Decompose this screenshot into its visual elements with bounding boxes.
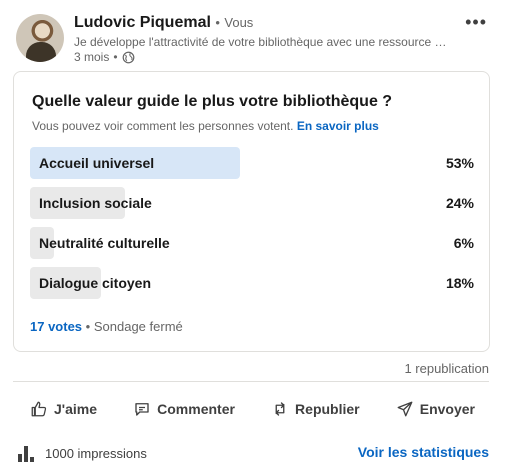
impressions: 1000 impressions (16, 443, 147, 463)
send-icon (397, 401, 413, 417)
repost-button[interactable]: Republier (257, 395, 374, 423)
author-name[interactable]: Ludovic Piquemal (74, 14, 211, 31)
poll-option[interactable]: Accueil universel 53% (30, 147, 474, 179)
poll-visibility: Vous pouvez voir comment les personnes v… (32, 119, 379, 133)
relation-label: Vous (224, 15, 254, 30)
poll-option-percent: 18% (445, 275, 474, 291)
comment-label: Commenter (157, 401, 235, 417)
time-separator: • (113, 50, 118, 64)
post-footer: 1000 impressions Voir les statistiques (16, 441, 489, 463)
globe-icon (122, 51, 134, 63)
bar-chart-icon (18, 446, 34, 462)
vote-count-link[interactable]: 17 votes (30, 319, 82, 334)
comment-icon (135, 403, 149, 416)
poll-option-percent: 6% (453, 235, 474, 251)
divider (13, 381, 489, 382)
post-time: 3 mois (74, 50, 110, 64)
post-header: Ludovic Piquemal • Vous Je développe l'a… (16, 12, 493, 68)
name-separator: • (215, 15, 220, 30)
like-icon (31, 401, 47, 417)
repost-icon (275, 402, 285, 416)
visibility-text: Vous pouvez voir comment les personnes v… (32, 119, 294, 133)
more-horizontal-icon[interactable]: ••• (465, 12, 487, 33)
view-stats-link[interactable]: Voir les statistiques (358, 444, 489, 460)
send-label: Envoyer (419, 401, 475, 417)
repost-label: Republier (295, 401, 360, 417)
poll-option[interactable]: Neutralité culturelle 6% (30, 227, 474, 259)
send-button[interactable]: Envoyer (382, 395, 489, 423)
impressions-text: 1000 impressions (45, 445, 147, 461)
poll-question: Quelle valeur guide le plus votre biblio… (32, 93, 393, 110)
poll-option-percent: 24% (445, 195, 474, 211)
poll-option-label: Inclusion sociale (39, 195, 152, 211)
poll-option-label: Accueil universel (39, 155, 155, 171)
poll-option-label: Dialogue citoyen (39, 275, 152, 291)
author-line: Ludovic Piquemal • Vous (74, 14, 253, 32)
poll-card: Quelle valeur guide le plus votre biblio… (13, 71, 490, 352)
poll-option[interactable]: Dialogue citoyen 18% (30, 267, 474, 299)
action-bar: J'aime Commenter Republier Envoyer (16, 395, 489, 423)
comment-button[interactable]: Commenter (119, 395, 249, 423)
post-meta: 3 mois • (74, 50, 135, 64)
author-headline: Je développe l'attractivité de votre bib… (74, 35, 447, 49)
learn-more-link[interactable]: En savoir plus (297, 119, 379, 133)
poll-status: Sondage fermé (93, 319, 183, 334)
votes-separator: • (85, 319, 91, 334)
like-button[interactable]: J'aime (16, 395, 111, 423)
like-label: J'aime (54, 401, 98, 417)
poll-option-percent: 53% (445, 155, 474, 171)
poll-option-label: Neutralité culturelle (39, 235, 170, 251)
repost-count[interactable]: 1 republication (404, 361, 489, 376)
poll-votes: 17 votes • Sondage fermé (30, 319, 183, 334)
avatar[interactable] (16, 14, 64, 62)
poll-option[interactable]: Inclusion sociale 24% (30, 187, 474, 219)
